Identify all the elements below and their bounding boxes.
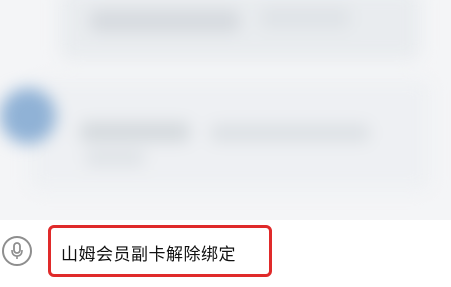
blurred-text-line: [90, 10, 240, 32]
voice-input-button[interactable]: [2, 236, 32, 266]
blurred-text-line: [210, 124, 370, 142]
screen: 山姆会员副卡解除绑定: [0, 0, 451, 287]
suggestion-text: 山姆会员副卡解除绑定: [61, 245, 236, 265]
blurred-text-line: [260, 8, 350, 28]
microphone-icon: [11, 242, 23, 259]
blurred-text-line: [85, 150, 145, 166]
suggestion-chip[interactable]: 山姆会员副卡解除绑定: [48, 225, 272, 277]
blurred-text-line: [80, 122, 190, 142]
blurred-avatar: [0, 88, 56, 144]
